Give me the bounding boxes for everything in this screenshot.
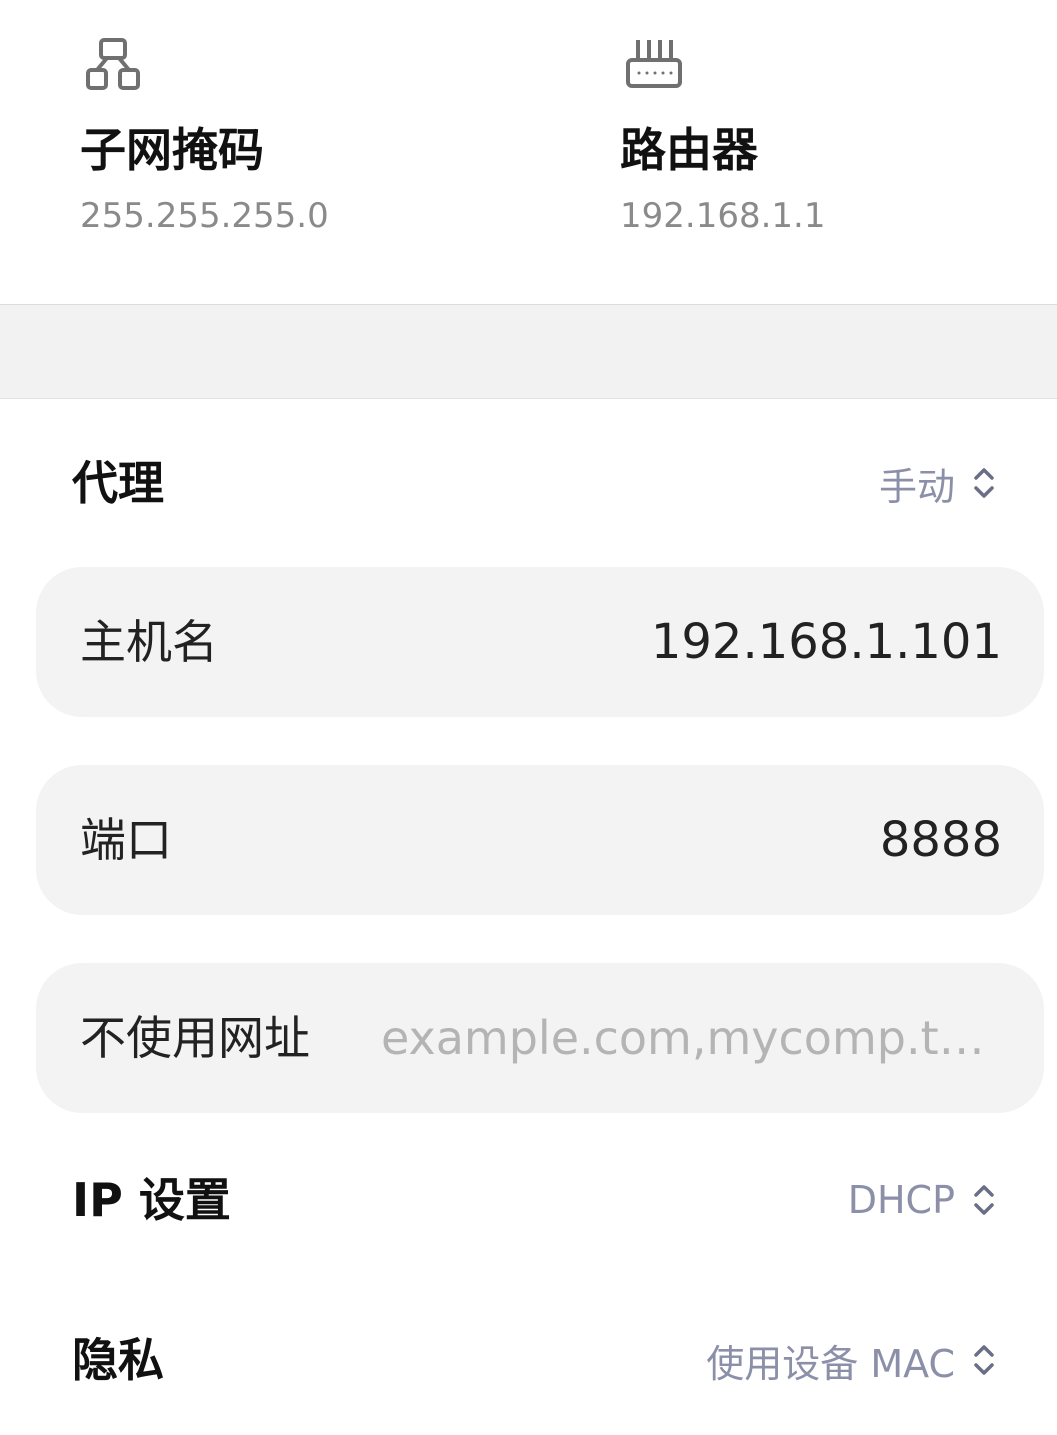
chevron-up-down-icon [974, 1345, 994, 1375]
subnet-mask-title: 子网掩码 [80, 123, 264, 177]
network-info-grid: 子网掩码 255.255.255.0 路由器 192.168.1.1 [0, 0, 1057, 304]
chevron-up-down-icon [974, 468, 994, 498]
router-title: 路由器 [620, 123, 758, 177]
port-label: 端口 [80, 813, 172, 867]
router-value: 192.168.1.1 [620, 196, 826, 236]
bypass-field[interactable]: 不使用网址 [36, 963, 1044, 1113]
subnet-mask-info: 子网掩码 255.255.255.0 [80, 0, 580, 304]
proxy-row[interactable]: 代理 手动 [0, 428, 1057, 538]
section-separator [0, 304, 1057, 399]
network-tree-icon [86, 38, 140, 90]
privacy-selector[interactable]: 使用设备 MAC [706, 1305, 997, 1415]
proxy-mode-selector[interactable]: 手动 [879, 428, 997, 538]
bypass-input[interactable] [381, 1008, 1002, 1068]
privacy-row[interactable]: 隐私 使用设备 MAC [0, 1305, 1057, 1415]
port-field[interactable]: 端口 8888 [36, 765, 1044, 915]
ip-settings-value: DHCP [847, 1178, 955, 1222]
bypass-label: 不使用网址 [80, 1011, 310, 1065]
ip-settings-row[interactable]: IP 设置 DHCP [0, 1145, 1057, 1255]
chevron-up-down-icon [974, 1185, 994, 1215]
proxy-mode-value: 手动 [878, 464, 955, 509]
ip-settings-selector[interactable]: DHCP [848, 1145, 997, 1255]
privacy-label: 隐私 [72, 1333, 164, 1387]
router-info: 路由器 192.168.1.1 [620, 0, 1020, 304]
router-icon [626, 40, 682, 88]
port-value[interactable]: 8888 [880, 765, 1002, 915]
hostname-field[interactable]: 主机名 192.168.1.101 [36, 567, 1044, 717]
ip-settings-label: IP 设置 [72, 1173, 231, 1227]
hostname-label: 主机名 [80, 615, 218, 669]
proxy-label: 代理 [72, 456, 164, 510]
hostname-value[interactable]: 192.168.1.101 [651, 567, 1002, 717]
privacy-value: 使用设备 MAC [706, 1341, 955, 1386]
subnet-mask-value: 255.255.255.0 [80, 196, 329, 236]
